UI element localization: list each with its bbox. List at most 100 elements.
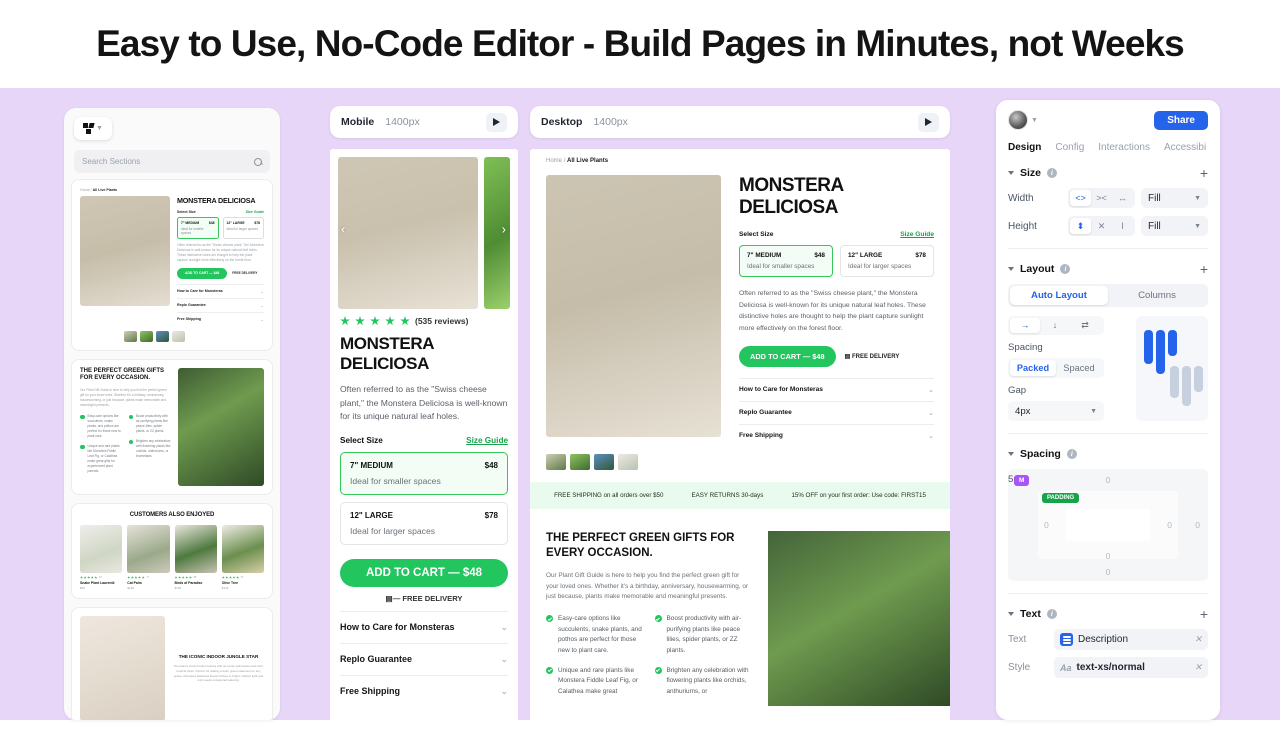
height-mode-fill-icon[interactable]: I: [1112, 218, 1133, 234]
direction-wrap-icon[interactable]: ⇄: [1070, 318, 1100, 333]
size-guide-link[interactable]: Size Guide: [466, 436, 508, 445]
spacing-visualizer[interactable]: M PADDING 5px 0 0 0 0 0 0: [1008, 469, 1208, 581]
gap-select[interactable]: 4px ▼: [1008, 401, 1104, 421]
thumbnail[interactable]: [172, 330, 185, 342]
preview-play-button[interactable]: [486, 112, 507, 132]
accordion-row[interactable]: Replo Guarantee ⌄: [177, 297, 264, 312]
preview-play-button[interactable]: [918, 112, 939, 132]
tab-accessibility[interactable]: Accessibi: [1164, 142, 1206, 153]
height-mode-hug-icon[interactable]: ✕: [1091, 218, 1112, 234]
margin-badge[interactable]: M: [1014, 475, 1030, 486]
chevron-down-icon[interactable]: [1008, 267, 1014, 271]
close-icon[interactable]: ✕: [1194, 662, 1202, 673]
plus-icon[interactable]: +: [1200, 262, 1208, 276]
add-to-cart-button[interactable]: ADD TO CART — $48: [739, 345, 836, 367]
chevron-down-icon[interactable]: [1008, 612, 1014, 616]
accordion-row[interactable]: Replo Guarantee ⌄: [340, 642, 508, 675]
width-mode-fixed-icon[interactable]: <>: [1070, 190, 1091, 206]
thumbnail[interactable]: [140, 330, 153, 342]
accordion-row[interactable]: How to Care for Monsteras ⌄: [340, 610, 508, 643]
size-option[interactable]: 7" MEDIUM $48 Ideal for smaller spaces: [177, 217, 219, 239]
properties-tabs[interactable]: Design Config Interactions Accessibi: [996, 130, 1220, 153]
close-icon[interactable]: ✕: [1194, 634, 1202, 645]
sections-list[interactable]: Home / All Live Plants MONSTERA DELICIOS…: [64, 180, 280, 720]
replo-logo-button[interactable]: ▼: [74, 117, 112, 140]
margin-bottom-value[interactable]: 0: [1106, 567, 1111, 577]
margin-right-value[interactable]: 0: [1195, 520, 1200, 530]
info-icon[interactable]: i: [1066, 449, 1077, 459]
properties-panel[interactable]: ▼ Share Design Config Interactions Acces…: [996, 100, 1220, 720]
size-guide-link[interactable]: Size Guide: [246, 210, 264, 214]
thumbnail[interactable]: [546, 453, 566, 470]
plus-icon[interactable]: +: [1200, 607, 1208, 621]
size-guide-link[interactable]: Size Guide: [900, 231, 934, 238]
thumbnail[interactable]: [594, 453, 614, 470]
thumbnail[interactable]: [124, 330, 137, 342]
width-mode-fill-icon[interactable]: ↔: [1112, 190, 1133, 206]
thumbnail[interactable]: [156, 330, 169, 342]
thumbnail[interactable]: [570, 453, 590, 470]
direction-column-icon[interactable]: ↓: [1040, 318, 1070, 333]
user-avatar[interactable]: [1008, 110, 1028, 130]
product-card[interactable]: 97 Snake Plant Laurentii $60: [80, 524, 123, 590]
accordion-row[interactable]: How to Care for Monsteras ⌄: [177, 283, 264, 298]
padding-left-value[interactable]: 0: [1044, 520, 1049, 530]
size-option[interactable]: 7" MEDIUM $48 Ideal for smaller spaces: [739, 245, 833, 277]
product-card[interactable]: 77 Cat Palm $129: [127, 524, 170, 590]
padding-bottom-value[interactable]: 0: [1106, 551, 1111, 561]
section-card-gifts[interactable]: THE PERFECT GREEN GIFTS FOR EVERY OCCASI…: [72, 359, 272, 494]
info-icon[interactable]: i: [1060, 264, 1071, 274]
chevron-down-icon[interactable]: ▼: [1031, 117, 1038, 124]
tab-config[interactable]: Config: [1055, 142, 1084, 153]
plus-icon[interactable]: +: [1200, 166, 1208, 180]
size-option[interactable]: 12" LARGE $78 Ideal for larger spaces: [340, 501, 508, 545]
direction-row-icon[interactable]: →: [1010, 318, 1040, 333]
tab-columns[interactable]: Columns: [1108, 286, 1206, 305]
size-option[interactable]: 7" MEDIUM $48 Ideal for smaller spaces: [340, 451, 508, 495]
mobile-preview-body[interactable]: ‹ › (535 reviews) MONSTERA DELICIOSA Oft…: [330, 149, 518, 732]
product-card[interactable]: 88 Birds of Paradise $169: [174, 524, 217, 590]
width-mode-hug-icon[interactable]: ><: [1091, 190, 1112, 206]
tab-design[interactable]: Design: [1008, 142, 1041, 153]
height-mode-fixed-icon[interactable]: ⬍: [1070, 218, 1091, 234]
accordion-row[interactable]: Free Shipping ⌄: [177, 311, 264, 326]
tab-interactions[interactable]: Interactions: [1098, 142, 1150, 153]
packing-packed[interactable]: Packed: [1010, 360, 1056, 376]
layout-section-header[interactable]: Layout i +: [1008, 249, 1208, 284]
breadcrumb-home[interactable]: Home: [546, 158, 562, 164]
section-card-pdp[interactable]: Home / All Live Plants MONSTERA DELICIOS…: [72, 180, 272, 350]
info-icon[interactable]: i: [1047, 168, 1058, 178]
size-section-header[interactable]: Size i +: [1008, 153, 1208, 188]
padding-right-value[interactable]: 0: [1167, 520, 1172, 530]
accordion-row[interactable]: Replo Guarantee ⌄: [739, 400, 934, 424]
packing-spaced[interactable]: Spaced: [1056, 360, 1102, 376]
device-width[interactable]: 1400px: [593, 116, 627, 128]
accordion-row[interactable]: Free Shipping ⌄: [340, 674, 508, 707]
thumbnail[interactable]: [618, 453, 638, 470]
padding-badge[interactable]: PADDING: [1042, 493, 1080, 503]
height-select[interactable]: Fill ▼: [1141, 216, 1208, 236]
chevron-down-icon[interactable]: [1008, 171, 1014, 175]
search-input[interactable]: Search Sections: [74, 150, 270, 173]
add-to-cart-button[interactable]: ADD TO CART — $48: [340, 558, 508, 587]
text-section-header[interactable]: Text i +: [1008, 594, 1208, 629]
tab-auto-layout[interactable]: Auto Layout: [1010, 286, 1108, 305]
width-select[interactable]: Fill ▼: [1141, 188, 1208, 208]
layout-mode-tabs[interactable]: Auto Layout Columns: [1008, 284, 1208, 307]
sections-sidebar[interactable]: ▼ Search Sections Home / All Live Plants: [64, 108, 280, 720]
margin-top-value[interactable]: 0: [1106, 475, 1111, 485]
size-option[interactable]: 12" LARGE $78 Ideal for larger spaces: [222, 217, 264, 239]
desktop-frame-header[interactable]: Desktop 1400px: [530, 106, 950, 138]
info-icon[interactable]: i: [1046, 609, 1057, 619]
spacing-section-header[interactable]: Spacing i: [1008, 434, 1208, 469]
width-mode-group[interactable]: <> >< ↔: [1068, 188, 1135, 208]
desktop-preview-body[interactable]: Home / All Live Plants MONSTERA DELICIOS…: [530, 149, 950, 732]
product-card[interactable]: 67 Olive Tree $142: [221, 524, 264, 590]
packing-group[interactable]: Packed Spaced: [1008, 358, 1104, 378]
thumbnail-strip[interactable]: [530, 447, 950, 470]
thumbnail-strip[interactable]: [124, 330, 264, 342]
device-width[interactable]: 1400px: [385, 116, 419, 128]
accordion-row[interactable]: Free Shipping ⌄: [739, 423, 934, 447]
layout-preview[interactable]: [1136, 316, 1208, 421]
add-to-cart-button[interactable]: ADD TO CART — $48: [177, 267, 228, 279]
